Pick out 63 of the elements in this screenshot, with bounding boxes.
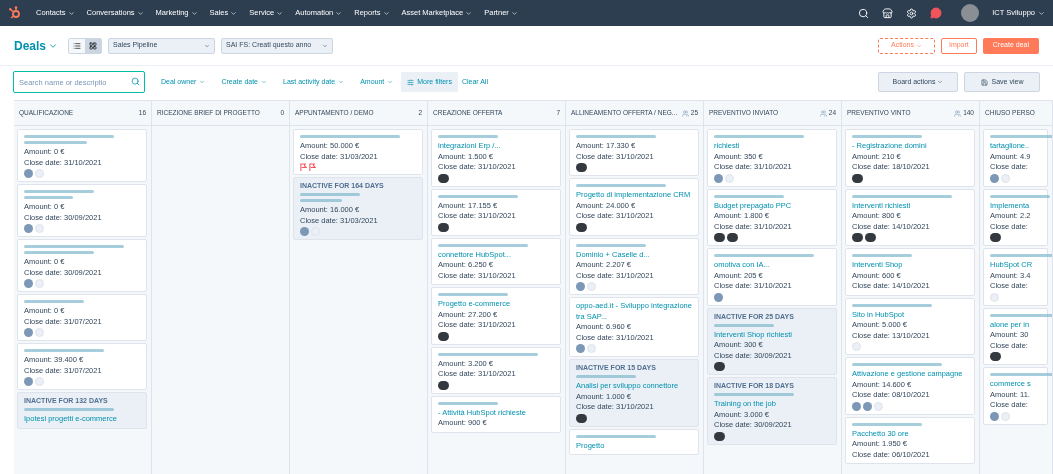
avatar-icon: [576, 413, 587, 423]
caret-icon: [510, 9, 518, 17]
caret-icon: [335, 9, 343, 17]
avatar-icon: [576, 163, 587, 172]
save-icon: [980, 78, 988, 86]
caret-icon: [937, 79, 944, 85]
redaction-scribble: [300, 192, 360, 204]
avatar-icon: [990, 352, 1001, 361]
avatar-icon: [576, 222, 587, 232]
caret-icon: [199, 79, 206, 85]
caret-icon: [322, 42, 329, 49]
redaction-scribble: [990, 312, 1052, 319]
caret-icon: [136, 9, 144, 17]
redaction-scribble: [438, 134, 498, 140]
avatar-icon: [990, 292, 999, 302]
avatar-icon: [852, 233, 863, 242]
avatar-icon: [727, 233, 738, 242]
redaction-scribble: [24, 189, 94, 201]
list-icon: [73, 41, 82, 50]
redaction-scribble: [990, 193, 1050, 200]
view-toggle[interactable]: [69, 38, 86, 53]
caret-icon: [230, 9, 238, 17]
caret-icon: [1038, 9, 1045, 17]
filter-icon: [407, 78, 415, 86]
caret-icon: [67, 9, 75, 17]
caret-icon: [465, 9, 473, 17]
avatar-icon: [714, 362, 725, 371]
caret-icon: [387, 79, 394, 85]
caret-icon: [338, 79, 345, 85]
caret-icon: [261, 79, 267, 85]
redaction-scribble: [438, 292, 508, 298]
redaction-scribble: [24, 299, 84, 305]
user-avatar[interactable]: [961, 4, 980, 22]
search-icon[interactable]: [858, 7, 870, 19]
redaction-scribble: [990, 253, 1052, 259]
redaction-scribble: [576, 374, 636, 380]
logo-icon[interactable]: [8, 6, 22, 20]
grid-icon: [89, 41, 98, 50]
avatar-icon: [438, 173, 449, 183]
search-icon: [131, 77, 140, 86]
avatar-icon: [714, 431, 725, 441]
avatar-icon: [852, 173, 863, 183]
avatar-icon: [990, 233, 1001, 242]
avatar-icon: [438, 331, 449, 341]
redaction-scribble: [852, 253, 912, 259]
caret-icon: [276, 9, 284, 17]
caret-icon: [204, 42, 211, 49]
caret-icon: [915, 42, 922, 49]
avatar-icon: [865, 233, 876, 242]
redaction-scribble: [852, 134, 922, 140]
view-toggle[interactable]: [85, 38, 102, 53]
avatar-icon: [714, 233, 725, 242]
caret-icon: [190, 9, 198, 17]
avatar-icon: [438, 380, 449, 390]
settings-icon[interactable]: [906, 7, 918, 19]
avatar-icon: [714, 292, 723, 302]
marketplace-icon[interactable]: [882, 7, 894, 19]
avatar-icon: [438, 222, 449, 232]
notifications-icon[interactable]: [930, 7, 943, 19]
redaction-scribble: [990, 372, 1052, 378]
caret-icon: [382, 9, 390, 17]
avatar-icon: [852, 342, 861, 351]
deals-title[interactable]: Deals: [14, 36, 59, 55]
